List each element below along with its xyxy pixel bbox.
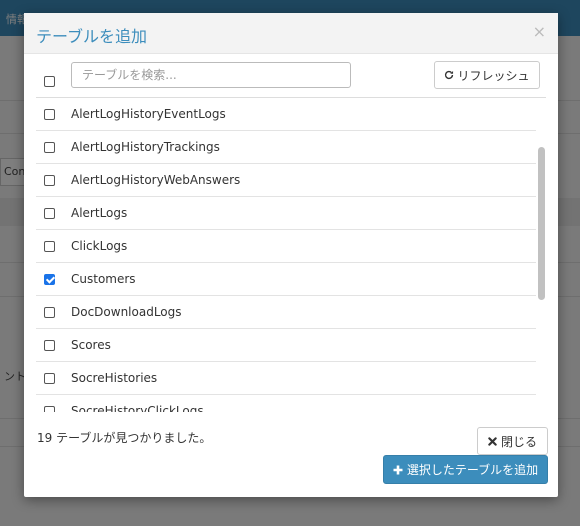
table-name: Customers [71, 272, 136, 286]
table-checkbox[interactable] [44, 274, 55, 285]
table-checkbox[interactable] [44, 109, 55, 120]
select-all-checkbox[interactable] [44, 76, 55, 87]
table-name: SocreHistories [71, 371, 158, 385]
close-icon[interactable]: × [533, 22, 546, 41]
table-name: SocreHistoryClickLogs [71, 404, 204, 412]
table-name: DocDownloadLogs [71, 305, 182, 319]
table-name: AlertLogHistoryTrackings [71, 140, 220, 154]
list-item[interactable]: Customers [36, 263, 536, 296]
list-item[interactable]: Scores [36, 329, 536, 362]
table-name: AlertLogHistoryEventLogs [71, 107, 226, 121]
table-checkbox[interactable] [44, 142, 55, 153]
result-count-text: 19 テーブルが見つかりました。 [37, 431, 212, 445]
table-checkbox[interactable] [44, 241, 55, 252]
table-name: AlertLogHistoryWebAnswers [71, 173, 241, 187]
table-checkbox[interactable] [44, 208, 55, 219]
plus-icon [393, 465, 403, 474]
list-scrollbar[interactable] [538, 147, 545, 300]
list-item[interactable]: AlertLogHistoryEventLogs [36, 98, 536, 131]
table-search-input[interactable] [71, 62, 351, 88]
close-button[interactable]: 閉じる [477, 427, 548, 455]
table-checkbox[interactable] [44, 340, 55, 351]
list-item[interactable]: SocreHistories [36, 362, 536, 395]
list-item[interactable]: AlertLogHistoryWebAnswers [36, 164, 536, 197]
table-name: AlertLogs [71, 206, 128, 220]
table-list[interactable]: AlertLogHistoryEventLogs AlertLogHistory… [36, 97, 546, 412]
table-name: ClickLogs [71, 239, 128, 253]
table-checkbox[interactable] [44, 373, 55, 384]
refresh-label: リフレッシュ [457, 68, 530, 83]
list-item[interactable]: DocDownloadLogs [36, 296, 536, 329]
refresh-button[interactable]: リフレッシュ [434, 61, 540, 89]
refresh-icon [445, 70, 454, 80]
add-selected-tables-button[interactable]: 選択したテーブルを追加 [383, 455, 548, 484]
table-checkbox[interactable] [44, 307, 55, 318]
table-checkbox[interactable] [44, 406, 55, 412]
list-item[interactable]: AlertLogHistoryTrackings [36, 131, 536, 164]
add-table-dialog: テーブルを追加 × リフレッシュ AlertLogHistoryEventLog… [24, 13, 558, 497]
list-item[interactable]: AlertLogs [36, 197, 536, 230]
times-icon [488, 436, 497, 446]
list-item[interactable]: ClickLogs [36, 230, 536, 263]
dialog-title: テーブルを追加 [36, 27, 148, 46]
table-checkbox[interactable] [44, 175, 55, 186]
list-item[interactable]: SocreHistoryClickLogs [36, 395, 536, 412]
add-button-label: 選択したテーブルを追加 [406, 463, 539, 477]
table-name: Scores [71, 338, 111, 352]
dialog-header: テーブルを追加 × [24, 13, 558, 54]
close-button-label: 閉じる [500, 434, 537, 449]
